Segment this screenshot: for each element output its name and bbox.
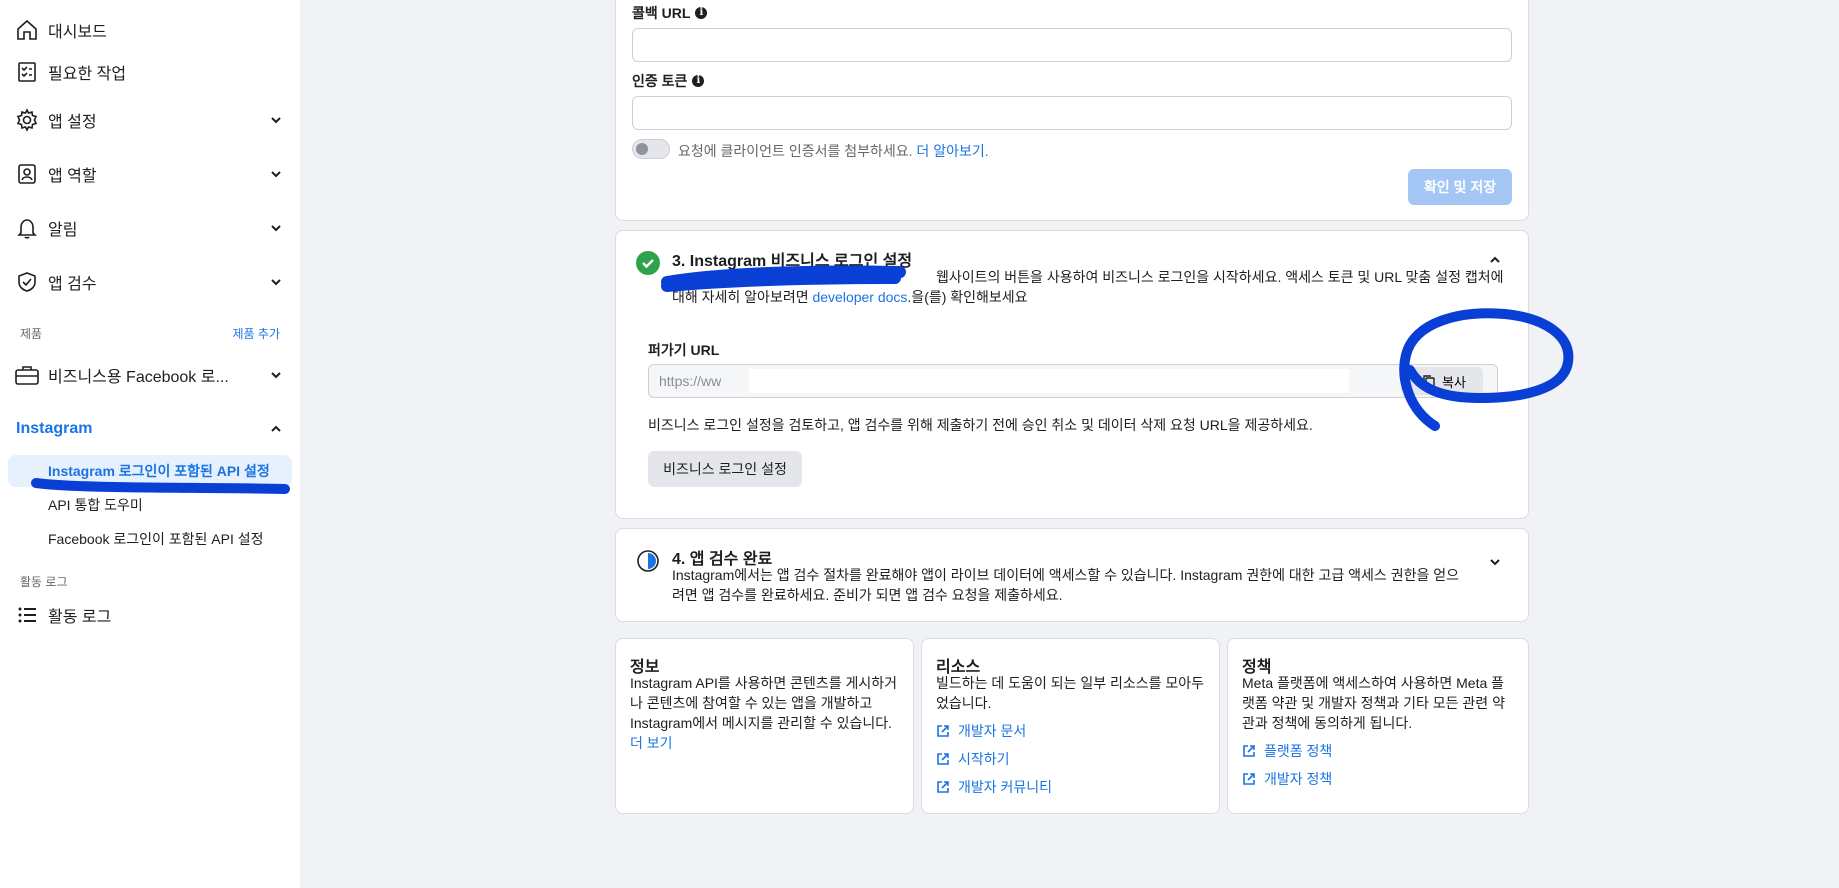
step3-description: 웹사이트의 버튼을 사용하여 비즈니스 로그인을 시작하세요. 액세스 토큰 및… bbox=[672, 269, 1504, 305]
sidebar-subitem-label: Instagram 로그인이 포함된 API 설정 bbox=[48, 463, 270, 479]
business-login-notice: 비즈니스 로그인 설정을 검토하고, 앱 검수를 위해 제출하기 전에 승인 취… bbox=[648, 417, 1313, 433]
checklist-icon bbox=[14, 59, 40, 85]
sidebar-item-label: 앱 역할 bbox=[48, 168, 97, 185]
copy-button[interactable]: 복사 bbox=[1405, 367, 1483, 395]
products-section-label: 제품 bbox=[20, 327, 43, 341]
half-circle-progress-icon bbox=[636, 549, 660, 578]
info-icon[interactable]: i bbox=[695, 7, 708, 19]
id-badge-icon bbox=[14, 161, 40, 187]
external-link-icon bbox=[937, 781, 949, 793]
sidebar-item-required-actions[interactable]: 필요한 작업 bbox=[0, 52, 300, 92]
sidebar-item-label: 비즈니스용 Facebook 로... bbox=[48, 369, 229, 386]
chevron-up-icon[interactable] bbox=[1488, 253, 1502, 272]
sidebar-subitem-label: API 통합 도우미 bbox=[48, 497, 143, 513]
callback-url-input[interactable] bbox=[632, 28, 1512, 62]
client-cert-text: 요청에 클라이언트 인증서를 첨부하세요. 더 알아보기. bbox=[678, 143, 989, 159]
info-card: 정보 Instagram API를 사용하면 콘텐츠를 게시하거나 콘텐츠에 참… bbox=[615, 638, 914, 814]
sidebar-item-label: 앱 설정 bbox=[48, 114, 97, 131]
sidebar-subitem-instagram-login-api[interactable]: Instagram 로그인이 포함된 API 설정 bbox=[8, 455, 292, 487]
sidebar-item-label: 필요한 작업 bbox=[48, 66, 127, 83]
step3-card: 3. Instagram 비즈니스 로그인 설정 웹사이트의 버튼을 사용하여 … bbox=[615, 230, 1529, 519]
sidebar-item-notifications[interactable]: 알림 bbox=[0, 208, 300, 248]
sidebar-item-label: 활동 로그 bbox=[48, 609, 112, 626]
success-check-icon bbox=[636, 251, 660, 275]
embed-url-label: 퍼가기 URL bbox=[648, 342, 720, 358]
home-icon bbox=[14, 17, 40, 43]
redacted-url-area bbox=[749, 369, 1349, 393]
sidebar-item-label: 대시보드 bbox=[48, 24, 107, 41]
add-product-link[interactable]: 제품 추가 bbox=[233, 325, 281, 342]
external-link-icon bbox=[1243, 745, 1255, 757]
external-link-icon bbox=[937, 725, 949, 737]
activity-section-label: 활동 로그 bbox=[20, 575, 68, 589]
chevron-down-icon[interactable] bbox=[266, 272, 286, 292]
sidebar-item-app-roles[interactable]: 앱 역할 bbox=[0, 154, 300, 194]
embed-url-value: https://ww bbox=[659, 373, 722, 389]
policy-card-body: Meta 플랫폼에 액세스하여 사용하면 Meta 플랫폼 약관 및 개발자 정… bbox=[1242, 675, 1505, 731]
info-icon[interactable]: i bbox=[692, 75, 705, 87]
chevron-down-icon[interactable] bbox=[1488, 555, 1502, 574]
policy-card: 정책 Meta 플랫폼에 액세스하여 사용하면 Meta 플랫폼 약관 및 개발… bbox=[1227, 638, 1529, 814]
webhook-card: 콜백 URL i 인증 토큰 i 요청에 클라이언트 인증서를 첨부하세요. 더 알… bbox=[615, 0, 1529, 221]
info-card-body: Instagram API를 사용하면 콘텐츠를 게시하거나 콘텐츠에 참여할 … bbox=[630, 675, 898, 751]
verify-token-label: 인증 토큰 i bbox=[632, 71, 705, 91]
resources-card-body: 빌드하는 데 도움이 되는 일부 리소스를 모아두었습니다. bbox=[936, 675, 1205, 711]
platform-policy-link[interactable]: 플랫폼 정책 bbox=[1242, 741, 1332, 761]
getting-started-link[interactable]: 시작하기 bbox=[936, 749, 1010, 769]
briefcase-icon bbox=[14, 362, 40, 388]
sidebar-item-business-facebook-login[interactable]: 비즈니스용 Facebook 로... bbox=[0, 355, 300, 395]
chevron-down-icon[interactable] bbox=[266, 110, 286, 130]
chevron-down-icon[interactable] bbox=[266, 365, 286, 385]
sidebar-item-label: Instagram bbox=[16, 420, 93, 437]
sidebar-subitem-label: Facebook 로그인이 포함된 API 설정 bbox=[48, 531, 264, 547]
embed-url-field[interactable]: https://ww 복사 bbox=[648, 364, 1498, 398]
copy-icon bbox=[1423, 375, 1435, 388]
sidebar-subitem-facebook-login-api[interactable]: Facebook 로그인이 포함된 API 설정 bbox=[8, 523, 292, 555]
sidebar-item-dashboard[interactable]: 대시보드 bbox=[0, 10, 300, 50]
sidebar-item-activity-log[interactable]: 활동 로그 bbox=[0, 595, 300, 635]
sidebar-subitem-api-integration-helper[interactable]: API 통합 도우미 bbox=[8, 489, 292, 521]
sidebar-item-label: 앱 검수 bbox=[48, 276, 97, 293]
chevron-up-icon[interactable] bbox=[266, 419, 286, 439]
verify-token-input[interactable] bbox=[632, 96, 1512, 130]
developer-docs-resource-link[interactable]: 개발자 문서 bbox=[936, 721, 1026, 741]
list-icon bbox=[14, 602, 40, 628]
bell-icon bbox=[14, 215, 40, 241]
step4-card: 4. 앱 검수 완료 Instagram에서는 앱 검수 절차를 완료해야 앱이… bbox=[615, 528, 1529, 622]
sidebar: 대시보드 필요한 작업 앱 설정 앱 역할 알림 앱 검수 제품 제품 추가 비… bbox=[0, 0, 300, 888]
business-login-settings-button[interactable]: 비즈니스 로그인 설정 bbox=[648, 451, 802, 487]
developer-docs-link[interactable]: developer docs bbox=[812, 289, 907, 305]
chevron-down-icon[interactable] bbox=[266, 218, 286, 238]
sidebar-item-instagram[interactable]: Instagram bbox=[0, 409, 300, 449]
gear-icon bbox=[14, 107, 40, 133]
chevron-down-icon[interactable] bbox=[266, 164, 286, 184]
resources-card: 리소스 빌드하는 데 도움이 되는 일부 리소스를 모아두었습니다. 개발자 문… bbox=[921, 638, 1220, 814]
external-link-icon bbox=[937, 753, 949, 765]
developer-policy-link[interactable]: 개발자 정책 bbox=[1242, 769, 1332, 789]
sidebar-item-app-settings[interactable]: 앱 설정 bbox=[0, 100, 300, 140]
learn-more-link[interactable]: 더 알아보기 bbox=[916, 143, 984, 159]
sidebar-item-label: 알림 bbox=[48, 222, 78, 239]
client-cert-toggle[interactable] bbox=[632, 139, 670, 159]
verify-save-button[interactable]: 확인 및 저장 bbox=[1408, 169, 1512, 205]
see-more-link[interactable]: 더 보기 bbox=[630, 735, 673, 751]
step4-description: Instagram에서는 앱 검수 절차를 완료해야 앱이 라이브 데이터에 액… bbox=[672, 567, 1459, 603]
developer-community-link[interactable]: 개발자 커뮤니티 bbox=[936, 777, 1052, 797]
external-link-icon bbox=[1243, 773, 1255, 785]
toggle-knob bbox=[636, 143, 648, 155]
shield-check-icon bbox=[14, 269, 40, 295]
sidebar-item-app-review[interactable]: 앱 검수 bbox=[0, 262, 300, 302]
callback-url-label: 콜백 URL i bbox=[632, 3, 708, 23]
